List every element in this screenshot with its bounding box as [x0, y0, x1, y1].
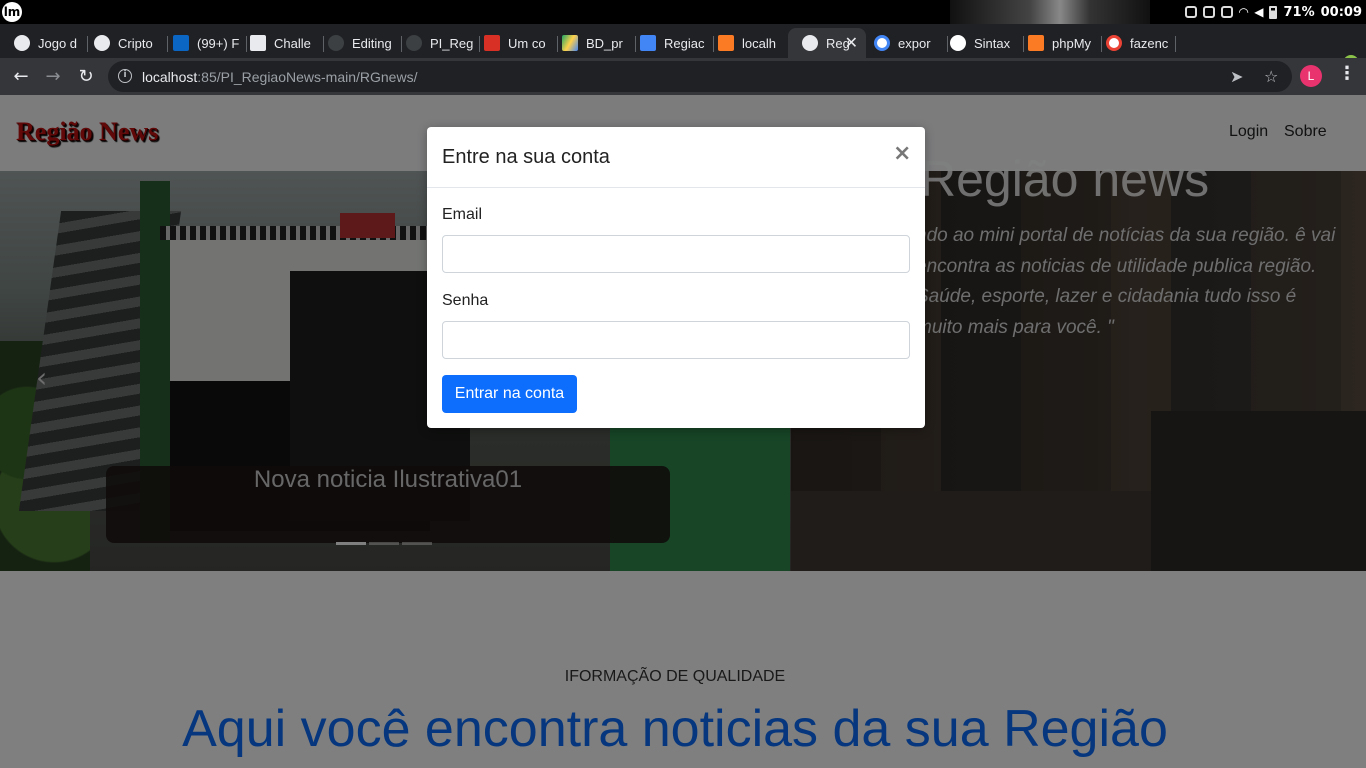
back-arrow-icon[interactable]: ←: [8, 64, 34, 90]
docs-icon: [640, 35, 656, 51]
linkedin-icon: [173, 35, 189, 51]
tab-active[interactable]: Reg ✕: [788, 28, 866, 58]
xampp-icon: [718, 35, 734, 51]
email-label: Email: [442, 206, 483, 223]
tab-strip: Jogo d Cripto (99+) F Challe Editing PI_…: [0, 24, 1366, 79]
tab-label: Editing: [352, 35, 392, 51]
email-field[interactable]: [442, 235, 910, 273]
reload-icon[interactable]: ↻: [73, 64, 99, 90]
url-text[interactable]: localhost:85/PI_RegiaoNews-main/RGnews/: [142, 69, 417, 85]
gmail-icon: [484, 35, 500, 51]
battery-percent: 71%: [1283, 4, 1315, 20]
update-shield-icon[interactable]: [1203, 6, 1216, 18]
tab-label: BD_pr: [586, 35, 623, 51]
close-icon[interactable]: ×: [893, 141, 911, 166]
send-icon[interactable]: ➤: [1230, 67, 1243, 86]
trello-icon: [250, 35, 266, 51]
drive-icon: [562, 35, 578, 51]
tab[interactable]: Regiac: [626, 28, 714, 58]
github-icon: [950, 35, 966, 51]
globe-icon: [802, 35, 818, 51]
tab-label: Sintax: [974, 35, 1011, 51]
system-tray: ◠ ◀ 71% 00:09: [1185, 0, 1362, 24]
tab[interactable]: Challe: [236, 28, 324, 58]
tab[interactable]: Sintax: [936, 28, 1024, 58]
tab[interactable]: Editing: [314, 28, 402, 58]
forward-arrow-icon[interactable]: →: [40, 64, 66, 90]
tab-label: Um co: [508, 35, 546, 51]
tab[interactable]: Um co: [470, 28, 558, 58]
site-info-icon[interactable]: i: [118, 69, 132, 83]
cpu-icon[interactable]: [1221, 6, 1234, 18]
tab-label: Regiac: [664, 35, 705, 51]
volume-icon[interactable]: ◀: [1254, 5, 1263, 19]
web-page: Região News Login Sobre ‹ Nova noticia I…: [0, 95, 1366, 768]
tab[interactable]: expor: [860, 28, 948, 58]
browser-menu-icon[interactable]: ⋮: [1338, 63, 1356, 84]
close-tab-icon[interactable]: ✕: [845, 33, 858, 53]
login-modal: Entre na sua conta × Email Senha Entrar …: [427, 127, 925, 428]
github-icon: [406, 35, 422, 51]
google-icon: [874, 35, 890, 51]
modal-header: Entre na sua conta ×: [427, 127, 925, 188]
clock[interactable]: 00:09: [1321, 5, 1362, 20]
bookmark-star-icon[interactable]: ☆: [1264, 67, 1278, 86]
tab[interactable]: Jogo d: [0, 28, 88, 58]
url-path: :85/PI_RegiaoNews-main/RGnews/: [197, 69, 418, 85]
tab[interactable]: phpMy: [1014, 28, 1102, 58]
tab-label: Challe: [274, 35, 311, 51]
tab-label: fazenc: [1130, 35, 1169, 51]
tab-label: PI_Reg: [430, 35, 474, 51]
login-submit-button[interactable]: Entrar na conta: [442, 375, 577, 413]
globe-icon: [14, 35, 30, 51]
tab-label: phpMy: [1052, 35, 1092, 51]
modal-title: Entre na sua conta: [442, 146, 610, 168]
tab[interactable]: fazenc: [1092, 28, 1176, 58]
password-field[interactable]: [442, 321, 910, 359]
tab-label: expor: [898, 35, 931, 51]
profile-avatar[interactable]: L: [1300, 65, 1322, 87]
tab[interactable]: BD_pr: [548, 28, 636, 58]
url-host: localhost: [142, 69, 198, 85]
wifi-icon[interactable]: ◠: [1239, 5, 1248, 19]
tab[interactable]: localh: [704, 28, 792, 58]
os-top-bar: lm ◠ ◀ 71% 00:09: [0, 0, 1366, 24]
panel-applet-banner: [950, 0, 1150, 24]
tab[interactable]: Cripto: [80, 28, 168, 58]
bluetooth-icon[interactable]: [1185, 6, 1198, 18]
globe-icon: [94, 35, 110, 51]
address-bar[interactable]: i localhost:85/PI_RegiaoNews-main/RGnews…: [108, 61, 1292, 92]
tab[interactable]: PI_Reg: [392, 28, 480, 58]
github-icon: [328, 35, 344, 51]
tab-label: (99+) F: [197, 35, 240, 51]
tab-label: localh: [742, 35, 776, 51]
google-icon: [1106, 35, 1122, 51]
xampp-icon: [1028, 35, 1044, 51]
password-label: Senha: [442, 292, 489, 309]
tab-label: Jogo d: [38, 35, 78, 51]
browser-toolbar: ← → ↻ i localhost:85/PI_RegiaoNews-main/…: [0, 58, 1366, 95]
mint-menu-icon[interactable]: lm: [2, 2, 22, 22]
tab[interactable]: (99+) F: [159, 28, 247, 58]
battery-icon[interactable]: [1269, 5, 1278, 19]
tab-label: Cripto: [118, 35, 153, 51]
